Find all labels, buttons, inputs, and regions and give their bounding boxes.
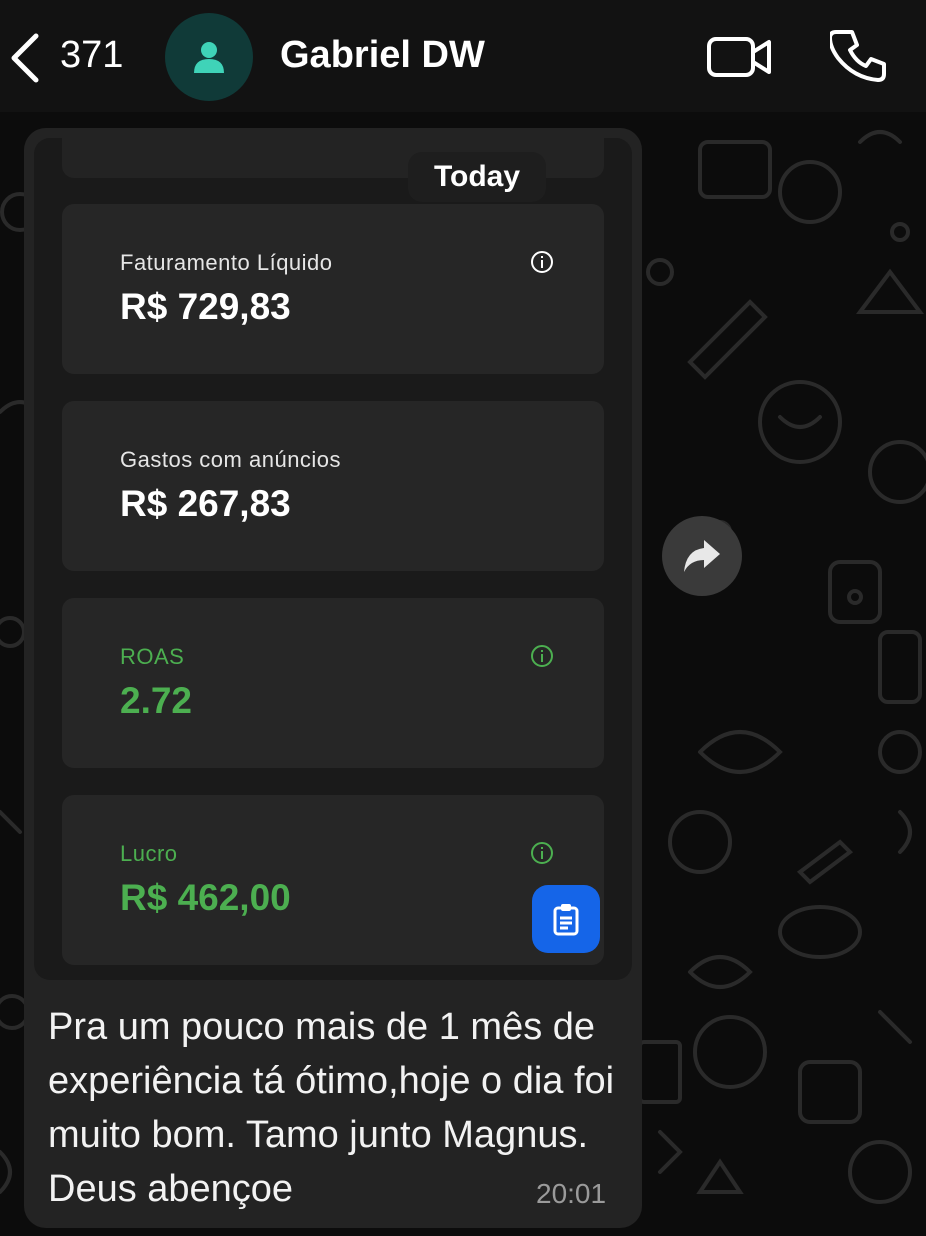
metric-label: ROAS [120,644,185,669]
date-chip: Today [408,152,546,202]
metric-value: R$ 462,00 [120,877,291,918]
message-text: Pra um pouco mais de 1 mês de experiênci… [48,1006,615,1210]
metric-value: R$ 729,83 [120,286,291,327]
video-camera-icon [707,37,771,77]
metric-label: Faturamento Líquido [120,250,333,275]
back-button[interactable] [6,30,46,86]
person-icon [194,42,224,73]
message-timestamp: 20:01 [536,1178,607,1209]
metric-label: Gastos com anúncios [120,447,342,472]
metric-card-faturamento: Faturamento Líquido R$ 729,83 [62,204,604,374]
metric-card-roas: ROAS 2.72 [62,598,604,768]
image-attachment[interactable]: Today Faturamento Líquido R$ 729,83 Gast… [34,138,632,980]
phone-icon [828,30,886,82]
metric-value: 2.72 [120,680,193,721]
forward-icon [684,540,720,572]
clipboard-icon [553,904,579,936]
metric-card-gastos: Gastos com anúncios R$ 267,83 [62,401,604,571]
info-icon[interactable] [530,644,554,668]
metric-label: Lucro [120,841,178,866]
clipboard-button[interactable] [532,885,600,953]
video-call-button[interactable] [706,34,772,80]
message-bubble[interactable]: Today Faturamento Líquido R$ 729,83 Gast… [24,128,642,1228]
forward-button[interactable] [662,516,742,596]
chevron-left-icon [11,33,39,83]
avatar[interactable] [165,13,253,101]
unread-count[interactable]: 371 [60,34,123,77]
contact-name[interactable]: Gabriel DW [280,34,485,77]
metric-card-lucro: Lucro R$ 462,00 [62,795,604,965]
chat-header: 371 Gabriel DW [0,0,926,112]
info-icon[interactable] [530,250,554,274]
info-icon[interactable] [530,841,554,865]
metric-value: R$ 267,83 [120,483,291,524]
voice-call-button[interactable] [828,28,886,84]
